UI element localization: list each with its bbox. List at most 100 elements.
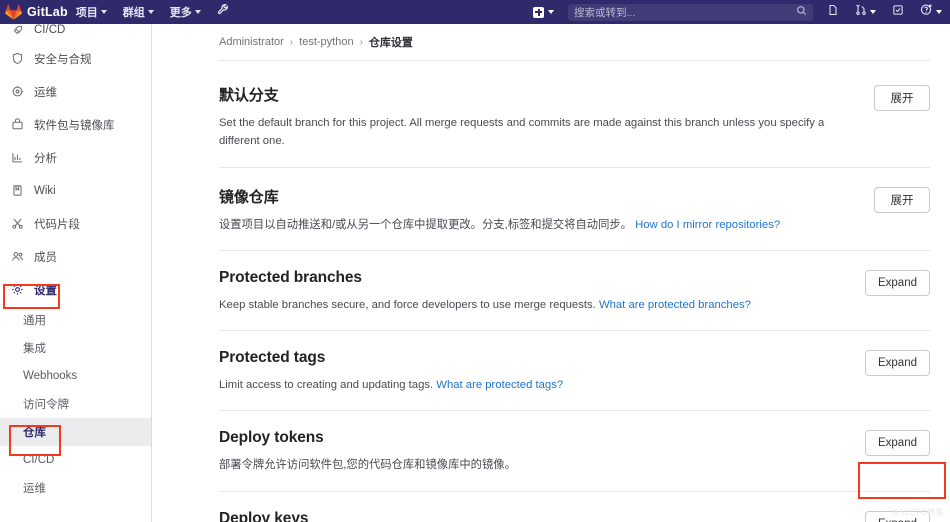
todo-button[interactable]	[884, 3, 912, 21]
breadcrumb-item-project[interactable]: test-python	[299, 36, 353, 48]
breadcrumb-item-user[interactable]: Administrator	[219, 36, 284, 48]
sidebar-item-settings[interactable]: 设置	[0, 273, 151, 306]
sidebar-item-members-label: 成员	[34, 251, 57, 264]
section-help-link[interactable]: How do I mirror repositories?	[635, 219, 780, 231]
admin-area-button[interactable]	[209, 3, 238, 21]
sidebar-subitem-general-label: 通用	[23, 315, 46, 327]
sidebar-item-cicd[interactable]: CI/CD	[0, 24, 151, 42]
sidebar-item-snippets[interactable]: 代码片段	[0, 207, 151, 240]
chart-icon	[10, 151, 25, 164]
chevron-down-icon	[147, 10, 154, 14]
sidebar-subitem-cicd[interactable]: CI/CD	[0, 446, 151, 474]
create-new-button[interactable]	[525, 6, 562, 18]
settings-section-default-branch: 默认分支 Set the default branch for this pro…	[219, 61, 930, 168]
book-icon	[10, 184, 25, 197]
search-icon	[796, 3, 807, 21]
sidebar-subitem-webhooks-label: Webhooks	[23, 370, 78, 382]
main-content: Administrator › test-python › 仓库设置 默认分支 …	[152, 24, 950, 522]
sidebar-subitem-integrations[interactable]: 集成	[0, 334, 151, 362]
users-icon	[10, 250, 25, 263]
nav-more[interactable]: 更多	[162, 0, 209, 24]
nav-groups-label: 群组	[122, 7, 145, 19]
plus-square-icon	[533, 6, 544, 18]
sidebar-item-members[interactable]: 成员	[0, 240, 151, 273]
help-button[interactable]	[912, 3, 950, 21]
chevron-down-icon	[194, 10, 201, 14]
sidebar-item-security[interactable]: 安全与合规	[0, 42, 151, 75]
sidebar-subitem-webhooks[interactable]: Webhooks	[0, 362, 151, 390]
sidebar-subitem-repository-label: 仓库	[23, 427, 46, 439]
todo-icon	[892, 3, 904, 21]
section-description-text: Limit access to creating and updating ta…	[219, 379, 437, 392]
sidebar-subitem-integrations-label: 集成	[23, 343, 46, 355]
gitlab-repository-settings-page: GitLab 项目 群组 更多 搜索或转到... CI/CD 安全与合规 运维 …	[0, 0, 950, 522]
section-title: 镜像仓库	[219, 188, 279, 206]
help-icon	[920, 3, 933, 21]
sidebar-subitem-access-tokens-label: 访问令牌	[23, 399, 69, 411]
nav-groups[interactable]: 群组	[115, 0, 162, 24]
expand-button-protected-tags[interactable]: Expand	[864, 350, 930, 377]
chevron-down-icon	[100, 10, 107, 14]
sidebar-item-security-label: 安全与合规	[34, 53, 92, 66]
search-input[interactable]: 搜索或转到...	[568, 3, 813, 21]
expand-button-protected-branches[interactable]: Expand	[864, 269, 930, 296]
gitlab-brand-text: GitLab	[27, 5, 68, 19]
expand-button-deploy-tokens[interactable]: Expand	[864, 430, 930, 457]
chevron-down-icon	[548, 10, 554, 14]
sidebar-item-operations-label: 运维	[34, 86, 57, 99]
settings-section-protected-branches: Protected branches Keep stable branches …	[219, 251, 930, 332]
wrench-icon	[217, 3, 230, 21]
watermark: @51CTO博客	[891, 508, 944, 517]
settings-section-protected-tags: Protected tags Limit access to creating …	[219, 331, 930, 412]
nav-projects[interactable]: 项目	[68, 0, 115, 24]
sidebar-subitem-general[interactable]: 通用	[0, 306, 151, 334]
expand-button-default-branch[interactable]: 展开	[874, 85, 930, 111]
issues-button[interactable]	[819, 3, 847, 21]
sidebar-subitem-repository[interactable]: 仓库	[0, 418, 151, 446]
sidebar-subitem-operations[interactable]: 运维	[0, 474, 151, 502]
section-title: Protected branches	[219, 268, 362, 286]
sidebar-item-analytics-label: 分析	[34, 152, 57, 165]
merge-requests-button[interactable]	[847, 3, 884, 21]
sidebar-subitem-operations-label: 运维	[23, 483, 46, 495]
section-description-text: 部署令牌允许访问软件包,您的代码仓库和镜像库中的镜像。	[219, 459, 516, 472]
gitlab-logo-link[interactable]: GitLab	[0, 4, 68, 20]
sidebar-item-packages-label: 软件包与镜像库	[34, 119, 115, 132]
section-help-link[interactable]: What are protected tags?	[436, 379, 563, 391]
sidebar-subitem-cicd-label: CI/CD	[23, 454, 55, 466]
section-description-text: Keep stable branches secure, and force d…	[219, 298, 599, 311]
merge-requests-icon	[855, 3, 867, 21]
section-description: Keep stable branches secure, and force d…	[219, 296, 854, 314]
breadcrumb-separator: ›	[359, 36, 363, 48]
section-description: 部署令牌允许访问软件包,您的代码仓库和镜像库中的镜像。	[219, 456, 854, 474]
top-navigation-bar: GitLab 项目 群组 更多 搜索或转到...	[0, 0, 950, 24]
sidebar-subitem-access-tokens[interactable]: 访问令牌	[0, 390, 151, 418]
settings-section-deploy-keys: Deploy keys Add deploy keys to grant rea…	[219, 492, 930, 522]
nav-projects-label: 项目	[75, 7, 98, 19]
package-icon	[10, 118, 25, 131]
settings-section-deploy-tokens: Deploy tokens 部署令牌允许访问软件包,您的代码仓库和镜像库中的镜像…	[219, 411, 930, 492]
sidebar-item-wiki[interactable]: Wiki	[0, 174, 151, 207]
deploy-icon	[10, 85, 25, 98]
snippet-icon	[10, 217, 25, 230]
expand-button-mirroring-repositories[interactable]: 展开	[874, 186, 930, 213]
section-title: Protected tags	[219, 349, 326, 367]
gitlab-tanuki-icon	[5, 4, 22, 20]
section-help-link[interactable]: What are protected branches?	[599, 299, 751, 311]
project-sidebar: CI/CD 安全与合规 运维 软件包与镜像库 分析 Wiki 代码片段 成员 设…	[0, 24, 152, 522]
sidebar-item-cicd-label: CI/CD	[34, 24, 66, 36]
section-description-text: 设置项目以自动推送和/或从另一个仓库中提取更改。分支,标签和提交将自动同步。	[219, 218, 636, 231]
breadcrumb-current-page: 仓库设置	[368, 37, 413, 49]
section-title: Deploy tokens	[219, 429, 324, 447]
sidebar-item-packages[interactable]: 软件包与镜像库	[0, 108, 151, 141]
sidebar-item-operations[interactable]: 运维	[0, 75, 151, 108]
sidebar-item-wiki-label: Wiki	[34, 184, 56, 197]
chevron-down-icon	[936, 10, 942, 14]
settings-sections-list: 默认分支 Set the default branch for this pro…	[152, 61, 950, 522]
sidebar-item-analytics[interactable]: 分析	[0, 141, 151, 174]
gear-icon	[10, 283, 25, 296]
section-title: 默认分支	[219, 87, 279, 104]
sidebar-item-settings-label: 设置	[34, 284, 57, 297]
section-title: Deploy keys	[219, 509, 309, 522]
section-description: Limit access to creating and updating ta…	[219, 376, 854, 394]
